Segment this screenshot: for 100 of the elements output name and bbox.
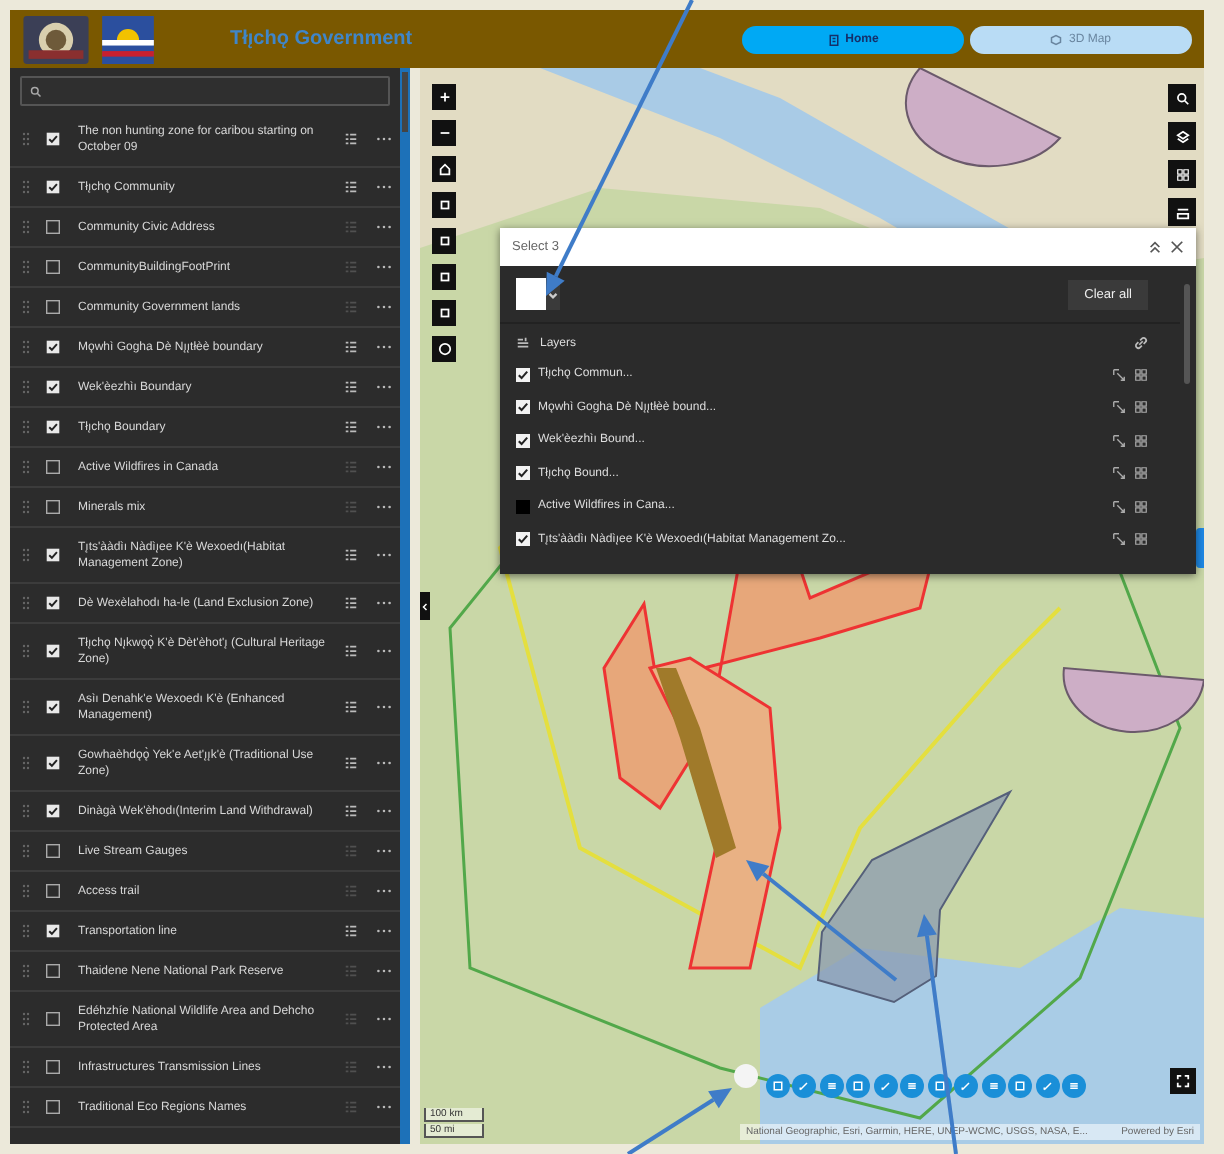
checkbox[interactable] bbox=[516, 532, 530, 547]
more-icon[interactable] bbox=[376, 600, 392, 606]
drag-handle-icon[interactable] bbox=[22, 596, 30, 610]
more-icon[interactable] bbox=[376, 704, 392, 710]
checkbox[interactable] bbox=[46, 756, 60, 770]
legend-icon[interactable] bbox=[344, 924, 358, 938]
checkbox[interactable] bbox=[516, 367, 530, 382]
legend-icon[interactable] bbox=[344, 180, 358, 194]
more-icon[interactable] bbox=[376, 552, 392, 558]
collapse-handle[interactable] bbox=[420, 592, 430, 620]
close-icon[interactable] bbox=[1170, 240, 1184, 254]
checkbox[interactable] bbox=[46, 220, 60, 234]
checkbox[interactable] bbox=[46, 1012, 60, 1026]
drag-handle-icon[interactable] bbox=[22, 644, 30, 658]
select-cursor-icon[interactable] bbox=[1112, 367, 1126, 382]
drag-handle-icon[interactable] bbox=[22, 844, 30, 858]
drag-handle-icon[interactable] bbox=[22, 260, 30, 274]
drag-handle-icon[interactable] bbox=[22, 220, 30, 234]
drag-handle-icon[interactable] bbox=[22, 1012, 30, 1026]
map-tool-button[interactable] bbox=[432, 84, 456, 110]
select-cursor-icon[interactable] bbox=[1112, 433, 1126, 448]
checkbox[interactable] bbox=[46, 548, 60, 562]
more-icon[interactable] bbox=[376, 1104, 392, 1110]
more-icon[interactable] bbox=[376, 264, 392, 270]
select-cursor-icon[interactable] bbox=[1112, 400, 1126, 415]
map-tool-button[interactable] bbox=[432, 300, 456, 326]
select-cursor-icon[interactable] bbox=[1112, 466, 1126, 481]
drag-handle-icon[interactable] bbox=[22, 700, 30, 714]
legend-icon[interactable] bbox=[344, 804, 358, 818]
checkbox[interactable] bbox=[46, 1060, 60, 1074]
checkbox[interactable] bbox=[46, 844, 60, 858]
map-tool-button[interactable] bbox=[1168, 84, 1196, 112]
drag-handle-icon[interactable] bbox=[22, 804, 30, 818]
select-cursor-icon[interactable] bbox=[1112, 532, 1126, 547]
link-icon[interactable] bbox=[1134, 336, 1148, 350]
drag-handle-icon[interactable] bbox=[22, 340, 30, 354]
drag-handle-icon[interactable] bbox=[22, 1060, 30, 1074]
checkbox[interactable] bbox=[46, 300, 60, 314]
more-icon[interactable] bbox=[376, 808, 392, 814]
checkbox[interactable] bbox=[46, 180, 60, 194]
checkbox[interactable] bbox=[516, 499, 530, 514]
map-tool-button[interactable] bbox=[432, 120, 456, 146]
checkbox[interactable] bbox=[46, 644, 60, 658]
map-tool-button[interactable] bbox=[432, 336, 456, 362]
checkbox[interactable] bbox=[516, 466, 530, 481]
drag-handle-icon[interactable] bbox=[22, 460, 30, 474]
scrollbar[interactable] bbox=[1184, 284, 1190, 384]
map-tool-button[interactable] bbox=[1168, 122, 1196, 150]
checkbox[interactable] bbox=[516, 433, 530, 448]
legend-icon[interactable] bbox=[344, 644, 358, 658]
more-icon[interactable] bbox=[376, 848, 392, 854]
drag-handle-icon[interactable] bbox=[22, 924, 30, 938]
drag-handle-icon[interactable] bbox=[22, 420, 30, 434]
more-icon[interactable] bbox=[376, 928, 392, 934]
more-icon[interactable] bbox=[376, 136, 392, 142]
checkbox[interactable] bbox=[46, 460, 60, 474]
more-icon[interactable] bbox=[376, 304, 392, 310]
drag-handle-icon[interactable] bbox=[22, 1100, 30, 1114]
map-tool-button[interactable] bbox=[432, 156, 456, 182]
checkbox[interactable] bbox=[46, 1100, 60, 1114]
legend-icon[interactable] bbox=[344, 548, 358, 562]
checkbox[interactable] bbox=[46, 804, 60, 818]
more-icon[interactable] bbox=[376, 464, 392, 470]
drag-handle-icon[interactable] bbox=[22, 884, 30, 898]
select-cursor-icon[interactable] bbox=[1112, 499, 1126, 514]
checkbox[interactable] bbox=[46, 596, 60, 610]
search-field[interactable] bbox=[20, 76, 390, 106]
fullscreen-button[interactable] bbox=[1170, 1068, 1196, 1094]
map-tool-button[interactable] bbox=[1168, 160, 1196, 188]
more-icon[interactable] bbox=[376, 184, 392, 190]
drag-handle-icon[interactable] bbox=[22, 380, 30, 394]
map-tool-button[interactable] bbox=[1168, 198, 1196, 226]
more-icon[interactable] bbox=[376, 344, 392, 350]
legend-icon[interactable] bbox=[344, 132, 358, 146]
map-tool-button[interactable] bbox=[432, 228, 456, 254]
more-icon[interactable] bbox=[376, 424, 392, 430]
more-icon[interactable] bbox=[376, 888, 392, 894]
legend-icon[interactable] bbox=[344, 380, 358, 394]
checkbox[interactable] bbox=[46, 884, 60, 898]
checkbox[interactable] bbox=[46, 132, 60, 146]
legend-icon[interactable] bbox=[344, 340, 358, 354]
legend-icon[interactable] bbox=[344, 420, 358, 434]
more-icon[interactable] bbox=[376, 224, 392, 230]
legend-icon[interactable] bbox=[344, 700, 358, 714]
checkbox[interactable] bbox=[516, 400, 530, 415]
more-icon[interactable] bbox=[376, 1016, 392, 1022]
more-icon[interactable] bbox=[376, 504, 392, 510]
more-icon[interactable] bbox=[376, 760, 392, 766]
legend-icon[interactable] bbox=[344, 596, 358, 610]
drag-handle-icon[interactable] bbox=[22, 300, 30, 314]
map-tool-button[interactable] bbox=[432, 264, 456, 290]
drag-handle-icon[interactable] bbox=[22, 756, 30, 770]
panel-handle[interactable] bbox=[1196, 528, 1204, 568]
more-icon[interactable] bbox=[376, 384, 392, 390]
drag-handle-icon[interactable] bbox=[22, 548, 30, 562]
legend-icon[interactable] bbox=[344, 756, 358, 770]
checkbox[interactable] bbox=[46, 964, 60, 978]
checkbox[interactable] bbox=[46, 924, 60, 938]
checkbox[interactable] bbox=[46, 500, 60, 514]
scrollbar[interactable] bbox=[400, 68, 410, 1144]
